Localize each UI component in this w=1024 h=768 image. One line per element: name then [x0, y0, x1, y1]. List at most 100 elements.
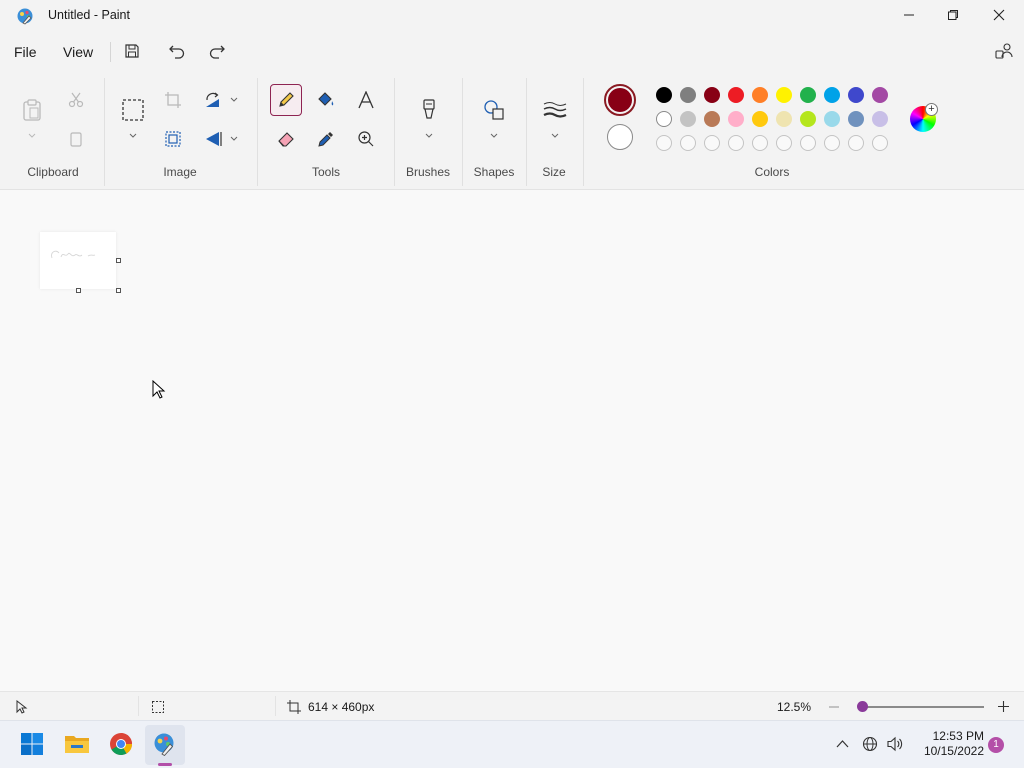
select-button[interactable] — [117, 94, 149, 126]
custom-color-slot[interactable] — [824, 135, 840, 151]
redo-icon — [209, 45, 225, 59]
chrome-icon — [110, 733, 132, 755]
zoom-slider-track[interactable] — [862, 706, 984, 708]
redo-button[interactable] — [205, 40, 229, 62]
file-explorer-button[interactable] — [64, 731, 90, 757]
undo-icon — [169, 45, 185, 59]
size-button[interactable] — [539, 94, 571, 126]
color-swatch[interactable] — [776, 111, 792, 127]
minimize-button[interactable] — [886, 0, 932, 30]
custom-color-slot[interactable] — [752, 135, 768, 151]
save-button[interactable] — [120, 40, 144, 62]
color-swatch[interactable] — [872, 87, 888, 103]
notification-badge[interactable]: 1 — [988, 737, 1004, 753]
rotate-icon — [206, 92, 219, 107]
color-swatch[interactable] — [728, 87, 744, 103]
paste-button[interactable] — [16, 94, 48, 126]
brushes-dropdown[interactable] — [424, 131, 434, 139]
color-swatch[interactable] — [848, 87, 864, 103]
select-dropdown[interactable] — [128, 131, 138, 139]
custom-color-slot[interactable] — [680, 135, 696, 151]
color-swatch[interactable] — [800, 87, 816, 103]
color-swatch[interactable] — [872, 111, 888, 127]
color-swatch[interactable] — [728, 111, 744, 127]
resize-handle-bottom[interactable] — [76, 288, 81, 293]
color-swatch[interactable] — [752, 111, 768, 127]
color-swatch[interactable] — [704, 111, 720, 127]
color-swatch[interactable] — [800, 111, 816, 127]
custom-color-slot[interactable] — [728, 135, 744, 151]
crop-icon — [165, 92, 181, 108]
paint-taskbar-button[interactable] — [152, 731, 178, 757]
brushes-button[interactable] — [413, 94, 445, 126]
text-tool[interactable] — [350, 84, 382, 116]
color-swatch[interactable] — [824, 111, 840, 127]
crop-button[interactable] — [157, 84, 189, 116]
taskbar: 12:53 PM 10/15/2022 1 — [0, 720, 1024, 768]
color-swatch[interactable] — [680, 87, 696, 103]
zoom-level-text: 12.5% — [777, 700, 812, 714]
color-swatch[interactable] — [704, 87, 720, 103]
custom-color-slot[interactable] — [800, 135, 816, 151]
windows-logo-icon — [21, 733, 43, 755]
ribbon-separator — [394, 78, 395, 186]
flip-dropdown[interactable] — [229, 134, 239, 142]
copy-button[interactable] — [60, 123, 92, 155]
custom-color-slot[interactable] — [776, 135, 792, 151]
color-swatch[interactable] — [656, 111, 672, 127]
paste-dropdown[interactable] — [27, 131, 37, 139]
color-swatch[interactable] — [848, 111, 864, 127]
menu-bar: File View — [0, 32, 1024, 72]
eraser-tool[interactable] — [270, 123, 302, 155]
canvas-scribble — [51, 250, 96, 259]
file-menu[interactable]: File — [14, 44, 37, 60]
custom-color-slot[interactable] — [704, 135, 720, 151]
color-picker-tool[interactable] — [310, 123, 342, 155]
view-menu[interactable]: View — [63, 44, 93, 60]
shapes-icon — [484, 100, 504, 120]
chrome-button[interactable] — [108, 731, 134, 757]
size-dropdown[interactable] — [550, 131, 560, 139]
restore-button[interactable] — [930, 0, 976, 30]
color-swatch[interactable] — [656, 87, 672, 103]
fill-tool[interactable] — [310, 84, 342, 116]
restore-icon — [948, 10, 958, 20]
color-swatch[interactable] — [824, 87, 840, 103]
close-button[interactable] — [976, 0, 1022, 30]
account-button[interactable] — [992, 40, 1016, 62]
mouse-cursor-icon — [152, 380, 166, 399]
ribbon-separator — [104, 78, 105, 186]
undo-button[interactable] — [165, 40, 189, 62]
drawing-canvas[interactable] — [40, 232, 116, 289]
pencil-tool[interactable] — [270, 84, 302, 116]
custom-color-slot[interactable] — [872, 135, 888, 151]
rotate-dropdown[interactable] — [229, 95, 239, 103]
resize-handle-corner[interactable] — [116, 288, 121, 293]
color-swatch[interactable] — [680, 111, 696, 127]
custom-color-slot[interactable] — [656, 135, 672, 151]
zoom-in-icon[interactable] — [997, 700, 1010, 713]
chevron-down-icon — [28, 133, 36, 138]
secondary-color-button[interactable] — [607, 124, 633, 150]
zoom-slider-thumb[interactable] — [856, 701, 868, 712]
rotate-button[interactable] — [197, 84, 229, 116]
chevron-up-icon[interactable] — [836, 739, 849, 748]
globe-icon[interactable] — [862, 736, 878, 752]
resize-button[interactable] — [157, 123, 189, 155]
shapes-button[interactable] — [478, 94, 510, 126]
custom-color-slot[interactable] — [848, 135, 864, 151]
resize-handle-right[interactable] — [116, 258, 121, 263]
volume-icon[interactable] — [886, 736, 904, 752]
zoom-out-icon[interactable] — [828, 701, 840, 713]
cut-button[interactable] — [60, 84, 92, 116]
primary-color-button[interactable] — [604, 84, 636, 116]
paint-app-icon — [17, 8, 33, 25]
color-swatch[interactable] — [776, 87, 792, 103]
magnifier-tool[interactable] — [350, 123, 382, 155]
canvas-workspace[interactable] — [0, 191, 1024, 691]
start-button[interactable] — [19, 731, 45, 757]
flip-button[interactable] — [197, 123, 229, 155]
color-swatch[interactable] — [752, 87, 768, 103]
system-clock[interactable]: 12:53 PM 10/15/2022 — [912, 729, 984, 759]
shapes-dropdown[interactable] — [489, 131, 499, 139]
